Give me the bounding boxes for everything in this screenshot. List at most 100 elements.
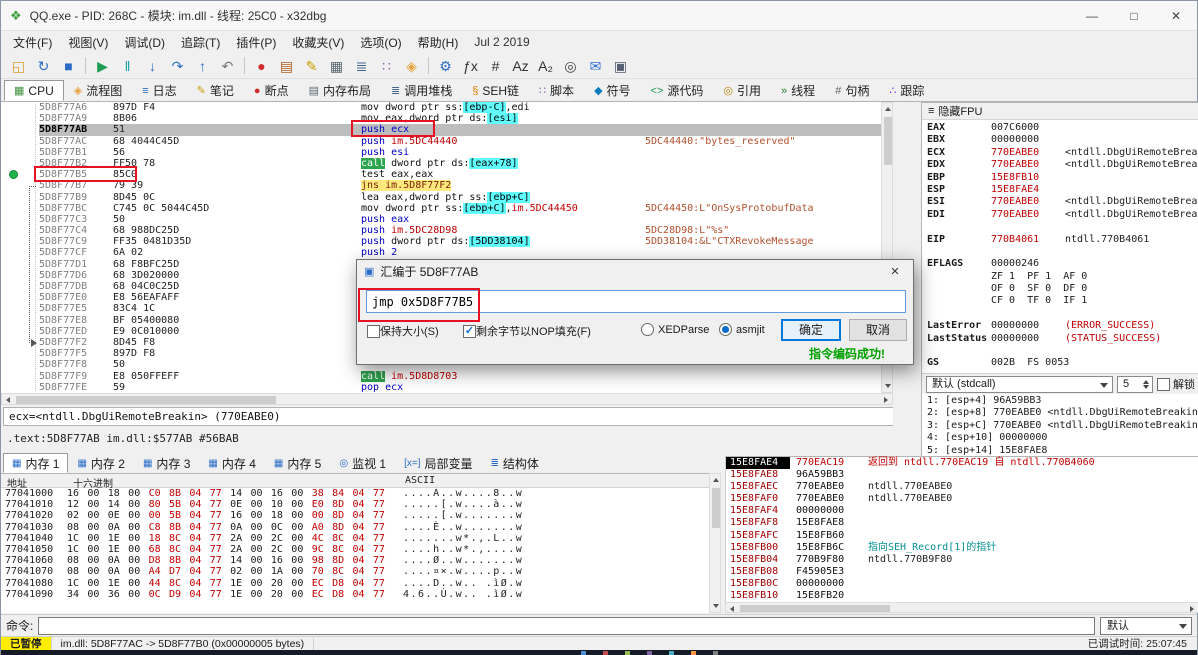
register-line[interactable]	[922, 345, 1198, 357]
dump-vertical-scrollbar[interactable]	[709, 473, 721, 613]
restart-button[interactable]: ↻	[31, 55, 56, 77]
command-profile-select[interactable]: 默认	[1100, 616, 1192, 635]
step-over-button[interactable]: ↷	[165, 55, 190, 77]
stack-row[interactable]: 15E8FAE4 770EAC19 返回到 ntdll.770EAC19 自 ntd…	[726, 457, 1198, 470]
dump-row[interactable]: 77041040 1C 00 1E 00 18 8C 04 77 2A 00 2C 00 4C 8C 04 77…	[1, 533, 709, 544]
dump-row[interactable]: 77041060 08 00 0A 00 D8 8B 04 77 14 00 16 00 98 8D 04 77…	[1, 555, 709, 566]
undo-button[interactable]: ↶	[215, 55, 240, 77]
register-line[interactable]: EFLAGS 00000246	[922, 258, 1198, 270]
stack-row[interactable]: 15E8FB04 770B9F80 ntdll.770B9F80	[726, 554, 1198, 566]
register-line[interactable]: CF 0 TF 0 IF 1	[922, 295, 1198, 307]
tab-call-stack[interactable]: ≣ 调用堆栈	[381, 80, 462, 101]
register-line[interactable]: OF 0 SF 0 DF 0	[922, 283, 1198, 295]
scrollbar-thumb[interactable]	[712, 488, 720, 528]
esp-argument-row[interactable]: 3: [esp+C] 770EABE0 <ntdll.DbgUiRemoteBr…	[922, 420, 1198, 432]
snapshot-button[interactable]: ▣	[608, 55, 633, 77]
tab-source[interactable]: <> 源代码	[641, 80, 714, 101]
esp-argument-row[interactable]: 1: [esp+4] 96A59BB3	[922, 395, 1198, 407]
tab-symbols[interactable]: ◆ 符号	[584, 80, 640, 101]
calculator-button[interactable]: ƒx	[458, 55, 483, 77]
tab-memory-3[interactable]: ▦ 内存 3	[134, 453, 199, 473]
stack-row[interactable]: 15E8FAF0 770EABE0 ntdll.770EABE0	[726, 493, 1198, 505]
register-line[interactable]	[922, 308, 1198, 320]
stack-row[interactable]: 15E8FB00 15E8FB6C 指向SEH_Record[1]的指针	[726, 542, 1198, 554]
dump-row[interactable]: 77041050 1C 00 1E 00 68 8C 04 77 2A 00 2C 00 9C 8C 04 77…	[1, 544, 709, 555]
disasm-row[interactable]: 5D8F77C3 50 push eax	[1, 214, 881, 225]
disasm-row[interactable]: 5D8F77A9 8B06 mov eax,dword ptr ds:[esi]	[1, 113, 881, 125]
keep-size-checkbox[interactable]: 保持大小(S)	[367, 323, 439, 339]
run-button[interactable]: ▶	[90, 55, 115, 77]
tab-memory-1[interactable]: ▦ 内存 1	[3, 453, 69, 473]
dump-row[interactable]: 77041030 08 00 0A 00 C8 8B 04 77 0A 00 0C 00 A0 8D 04 77…	[1, 522, 709, 533]
register-line[interactable]: EIP 770B4061 ntdll.770B4061	[922, 234, 1198, 246]
disasm-row[interactable]: 5D8F77BC C745 0C 5044C45D mov dword ptr ss…	[1, 202, 881, 214]
stack-row[interactable]: 15E8FAEC 770EABE0 ntdll.770EABE0	[726, 481, 1198, 493]
dialog-titlebar[interactable]: ▣ 汇编于 5D8F77AB ✕	[357, 260, 913, 283]
tab-memory-map[interactable]: ▤ 内存布局	[299, 80, 381, 101]
taskbar-icon[interactable]	[691, 651, 696, 655]
open-file-button[interactable]: ◱	[6, 55, 31, 77]
disasm-row[interactable]: 5D8F77C9 FF35 0481D35D push dword ptr ds:[…	[1, 236, 881, 248]
text-case-button[interactable]: Az	[508, 55, 533, 77]
dump-row[interactable]: 77041080 1C 00 1E 00 44 8C 04 77 1E 00 20 00 EC D8 04 77…	[1, 578, 709, 589]
scroll-left-arrow[interactable]	[6, 397, 10, 403]
stack-row[interactable]: 15E8FAF8 15E8FAE8	[726, 517, 1198, 529]
menu-help[interactable]: 帮助(H)	[410, 32, 467, 53]
register-line[interactable]: GS 002B FS 0053	[922, 357, 1198, 369]
tab-trace[interactable]: ∴ 跟踪	[879, 80, 934, 101]
scroll-left-arrow[interactable]	[730, 606, 734, 612]
tab-memory-4[interactable]: ▦ 内存 4	[199, 453, 264, 473]
disasm-row[interactable]: 5D8F77AC 68 4044C45D push im.5DC44440 5DC44…	[1, 136, 881, 147]
asmjit-radio[interactable]: asmjit	[719, 323, 765, 336]
stack-row[interactable]: 15E8FAE8 96A59BB3	[726, 469, 1198, 481]
scrollbar-thumb[interactable]	[16, 396, 276, 404]
taskbar-icon[interactable]	[581, 651, 586, 655]
scroll-right-arrow[interactable]	[1190, 606, 1194, 612]
ok-button[interactable]: 确定	[781, 319, 841, 341]
menu-trace[interactable]: 追踪(T)	[173, 32, 228, 53]
run-to-return-button[interactable]: ↑	[190, 55, 215, 77]
scroll-right-arrow[interactable]	[884, 397, 888, 403]
stack-row[interactable]: 15E8FB0C 00000000	[726, 578, 1198, 590]
register-line[interactable]: LastError 00000000 (ERROR_SUCCESS)	[922, 320, 1198, 332]
tab-locals[interactable]: [x=] 局部变量	[395, 453, 481, 473]
font-size-button[interactable]: A₂	[533, 55, 558, 77]
register-line[interactable]	[922, 221, 1198, 233]
register-line[interactable]: LastStatus 00000000 (STATUS_SUCCESS)	[922, 333, 1198, 345]
esp-argument-row[interactable]: 4: [esp+10] 00000000	[922, 432, 1198, 444]
tab-memory-2[interactable]: ▦ 内存 2	[68, 453, 133, 473]
maximize-button[interactable]: □	[1113, 1, 1155, 30]
spin-up-icon[interactable]	[1143, 379, 1149, 384]
taskbar-icon[interactable]	[625, 651, 630, 655]
stack-horizontal-scrollbar[interactable]	[725, 602, 1198, 613]
taskbar-icon[interactable]	[603, 651, 608, 655]
notes-button[interactable]: ✎	[299, 55, 324, 77]
register-line[interactable]: EBP 15E8FB10	[922, 172, 1198, 184]
nop-fill-checkbox[interactable]: 剩余字节以NOP填充(F)	[463, 323, 591, 339]
chat-button[interactable]: ✉	[583, 55, 608, 77]
menu-debug[interactable]: 调试(D)	[116, 32, 173, 53]
dump-row[interactable]: 77041010 12 00 14 00 80 5B 04 77 0E 00 10 00 E0 8D 04 77…	[1, 499, 709, 510]
taskbar-icon[interactable]	[647, 651, 652, 655]
argument-count-stepper[interactable]: 5	[1117, 375, 1153, 393]
graph-button[interactable]: ◈	[399, 55, 424, 77]
stop-button[interactable]: ■	[56, 55, 81, 77]
dump-row[interactable]: 77041090 34 00 36 00 0C D9 04 77 1E 00 20 00 EC D8 04 77…	[1, 589, 709, 600]
disasm-row[interactable]: 5D8F77B5 85C0 test eax,eax	[1, 169, 881, 180]
stack-row[interactable]: 15E8FAF4 00000000	[726, 505, 1198, 517]
call-stack-button[interactable]: ≣	[349, 55, 374, 77]
spin-down-icon[interactable]	[1143, 384, 1149, 389]
register-line[interactable]: EAX 007C6000	[922, 122, 1198, 134]
xedparse-radio[interactable]: XEDParse	[641, 323, 709, 336]
tab-cpu[interactable]: ▦ CPU	[4, 80, 64, 101]
disasm-horizontal-scrollbar[interactable]	[1, 393, 893, 405]
step-into-button[interactable]: ↓	[140, 55, 165, 77]
disasm-row[interactable]: 5D8F77A6 897D F4 mov dword ptr ss:[ebp-C],…	[1, 102, 881, 113]
dialog-close-button[interactable]: ✕	[877, 260, 913, 283]
disasm-row[interactable]: 5D8F77B9 8D45 0C lea eax,dword ptr ss:[ebp…	[1, 191, 881, 203]
dump-row[interactable]: 77041020 02 00 0E 00 00 5B 04 77 16 00 18 00 00 8D 04 77…	[1, 510, 709, 521]
disasm-row[interactable]: 5D8F77B7 79 39 jns im.5D8F77F2	[1, 180, 881, 192]
tab-notes[interactable]: ✎ 笔记	[187, 80, 244, 101]
breakpoint-dot[interactable]	[9, 170, 18, 180]
register-line[interactable]: EDX 770EABE0 <ntdll.DbgUiRemoteBreakin>	[922, 159, 1198, 171]
